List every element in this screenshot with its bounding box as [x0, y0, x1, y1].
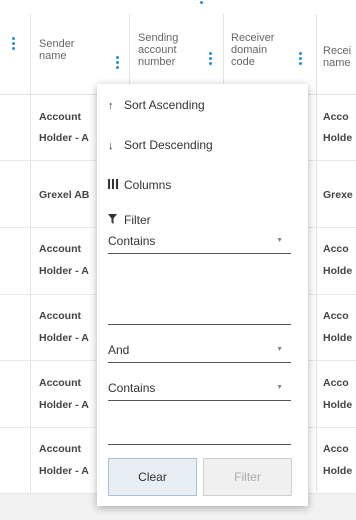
- filter-item[interactable]: Filter: [108, 213, 151, 227]
- header-line: domain: [231, 44, 268, 56]
- clear-button[interactable]: Clear: [108, 458, 197, 496]
- receiver-cell: Acco: [323, 243, 349, 255]
- caret-down-icon: ▼: [276, 384, 283, 391]
- header-line: Recei: [323, 45, 352, 57]
- header-line: code: [231, 56, 255, 68]
- column-header-receiver-name[interactable]: Recei name: [323, 45, 351, 69]
- arrow-down-icon: ↓: [108, 140, 114, 152]
- caret-down-icon: ▼: [276, 237, 283, 244]
- header-line: name: [39, 50, 67, 62]
- columns-item[interactable]: Columns: [108, 178, 171, 192]
- receiver-cell: Holde: [323, 265, 353, 277]
- filter-value-input-2[interactable]: [108, 420, 291, 445]
- filter-icon: [108, 214, 124, 227]
- operator-select-2-value: Contains: [108, 381, 156, 395]
- sender-cell: Account: [39, 243, 81, 255]
- columns-icon: [108, 179, 124, 192]
- column-menu-icon[interactable]: [12, 37, 16, 50]
- column-header-receiver-domain-code[interactable]: Receiver domain code: [231, 32, 274, 68]
- sender-cell: Holder - A: [39, 265, 89, 277]
- sender-cell: Holder - A: [39, 132, 89, 144]
- sender-cell: Holder - A: [39, 399, 89, 411]
- sort-ascending-item[interactable]: ↑ Sort Ascending: [108, 98, 205, 112]
- sender-cell: Account: [39, 443, 81, 455]
- receiver-cell: Holde: [323, 399, 353, 411]
- sending-account-menu-icon[interactable]: [209, 52, 213, 65]
- receiver-cell: Holde: [323, 332, 353, 344]
- column-header-sending-account-number[interactable]: Sending account number: [138, 32, 178, 68]
- sender-cell: Account: [39, 111, 81, 123]
- columns-icon-graphic: [108, 179, 118, 189]
- grid-header: Sender name Sending account number Recei…: [0, 0, 356, 95]
- sender-cell: Account: [39, 377, 81, 389]
- caret-down-icon: ▼: [276, 346, 283, 353]
- header-line: Sending: [138, 32, 179, 44]
- header-line: Receiver: [231, 32, 275, 44]
- filter-icon-graphic: [108, 214, 117, 224]
- sender-cell: Account: [39, 310, 81, 322]
- logic-select[interactable]: And ▼: [108, 338, 291, 363]
- logic-select-value: And: [108, 343, 130, 357]
- receiver-cell: Grexe: [323, 189, 353, 201]
- header-line: name: [323, 57, 351, 69]
- apply-filter-button[interactable]: Filter: [203, 458, 292, 496]
- arrow-up-icon: ↑: [108, 100, 114, 112]
- sort-ascending-label: Sort Ascending: [124, 98, 205, 112]
- sender-cell: Holder - A: [39, 465, 89, 477]
- sort-descending-item[interactable]: ↓ Sort Descending: [108, 138, 213, 152]
- receiver-cell: Acco: [323, 310, 349, 322]
- sender-name-menu-icon[interactable]: [116, 56, 120, 69]
- sender-cell: Grexel AB: [39, 189, 90, 201]
- header-line: Sender: [39, 38, 75, 50]
- columns-label: Columns: [124, 178, 172, 192]
- column-header-sender-name[interactable]: Sender name: [39, 38, 74, 62]
- filter-label: Filter: [124, 213, 151, 227]
- operator-select-2[interactable]: Contains ▼: [108, 376, 291, 401]
- receiver-cell: Acco: [323, 377, 349, 389]
- receiver-domain-menu-icon[interactable]: [299, 52, 303, 65]
- sort-descending-label: Sort Descending: [124, 138, 213, 152]
- header-line: number: [138, 56, 176, 68]
- operator-select-1-value: Contains: [108, 234, 156, 248]
- sender-cell: Holder - A: [39, 332, 89, 344]
- receiver-cell: Holde: [323, 465, 353, 477]
- receiver-cell: Holde: [323, 132, 353, 144]
- receiver-cell: Acco: [323, 111, 349, 123]
- receiver-cell: Acco: [323, 443, 349, 455]
- header-line: account: [138, 44, 177, 56]
- operator-select-1[interactable]: Contains ▼: [108, 229, 291, 254]
- column-menu-popup: ↑ Sort Ascending ↓ Sort Descending Columns…: [97, 84, 308, 506]
- filter-value-input-1[interactable]: [108, 300, 291, 325]
